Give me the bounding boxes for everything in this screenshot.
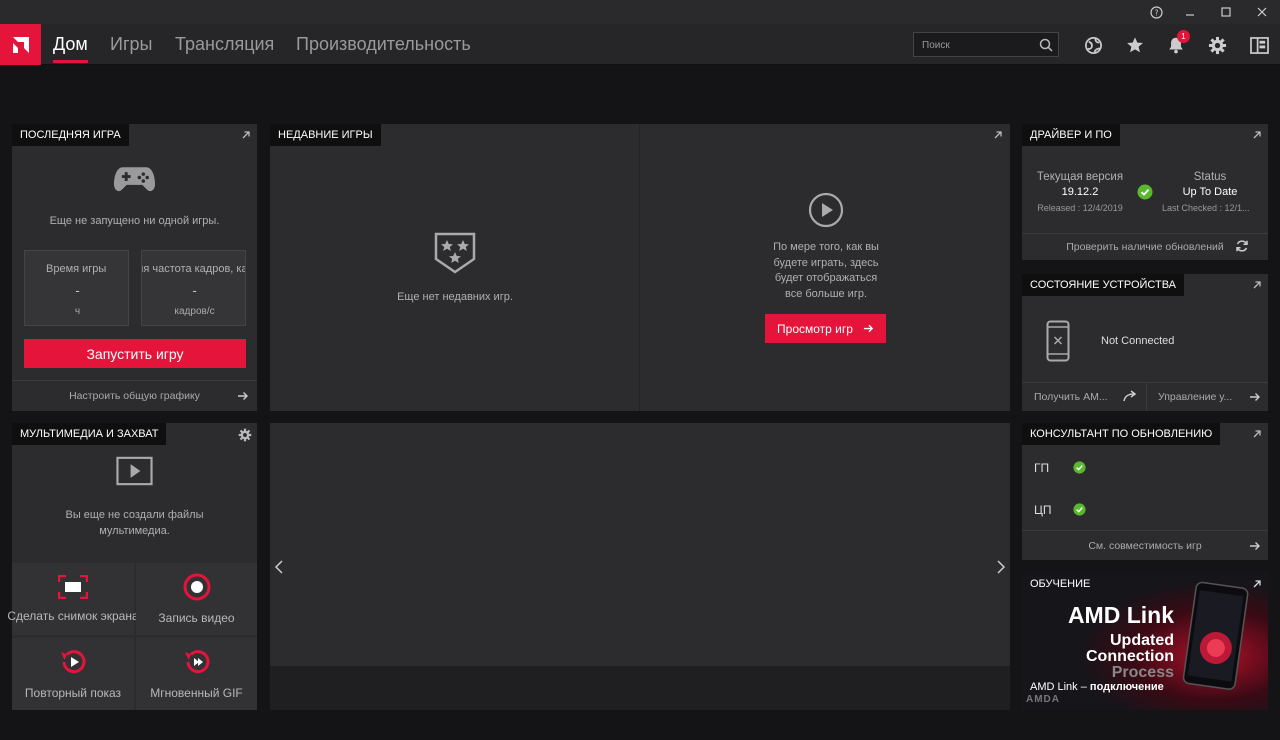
expand-icon[interactable] — [240, 129, 252, 141]
video-file-icon — [116, 456, 153, 486]
play-time-unit: ч — [74, 306, 81, 317]
instant-replay-tile[interactable]: Повторный показ — [12, 638, 134, 710]
expand-icon[interactable] — [1251, 279, 1263, 291]
upgrade-advisor-panel: КОНСУЛЬТАНТ ПО ОБНОВЛЕНИЮ ГП ЦП См. совм… — [1022, 423, 1268, 560]
star-icon[interactable] — [1124, 34, 1146, 56]
minimize-icon[interactable] — [1173, 0, 1207, 24]
fps-stat: Средняя частота кадров, кадров/с - кадро… — [141, 250, 246, 326]
banner-caption: AMD Link – подключение — [1030, 681, 1164, 693]
cpu-label: ЦП — [1034, 503, 1052, 517]
search-icon[interactable] — [1039, 38, 1053, 52]
refresh-icon[interactable] — [1235, 239, 1249, 253]
fps-label: Средняя частота кадров, кадров/с — [142, 263, 245, 275]
expand-icon[interactable] — [1251, 129, 1263, 141]
fps-unit: кадров/с — [174, 306, 215, 317]
device-panel: СОСТОЯНИЕ УСТРОЙСТВА Not Connected Получ… — [1022, 274, 1268, 411]
layout-icon[interactable] — [1248, 34, 1270, 56]
no-recent-text: Еще нет недавних игр. — [397, 291, 513, 303]
last-game-panel: ПОСЛЕДНЯЯ ИГРА Еще не запущено ни одной … — [12, 124, 257, 411]
search-input[interactable] — [922, 38, 1032, 52]
fps-value: - — [192, 283, 197, 298]
driver-released: Released : 12/4/2019 — [1037, 203, 1123, 213]
badge-stars-icon — [434, 232, 476, 274]
play-time-stat: Время игры - ч — [24, 250, 129, 326]
record-icon — [183, 573, 210, 601]
media-panel: МУЛЬТИМЕДИА И ЗАХВАТ Вы еще не создали ф… — [7, 423, 257, 710]
recent-games-title: НЕДАВНИЕ ИГРЫ — [270, 124, 381, 146]
screenshot-icon — [58, 575, 88, 599]
maximize-icon[interactable] — [1209, 0, 1243, 24]
game-compat-link[interactable]: См. совместимость игр — [1022, 540, 1268, 552]
tab-performance[interactable]: Производительность — [296, 24, 471, 65]
arrow-right-icon — [863, 324, 874, 333]
last-game-title: ПОСЛЕДНЯЯ ИГРА — [12, 124, 129, 146]
arrow-right-icon[interactable] — [237, 390, 249, 402]
check-ok-icon — [1137, 184, 1153, 200]
gear-icon[interactable] — [238, 428, 252, 442]
learning-title: ОБУЧЕНИЕ — [1030, 578, 1091, 590]
driver-version: 19.12.2 — [1061, 186, 1099, 198]
arrow-right-icon[interactable] — [1249, 391, 1261, 403]
manage-device-link[interactable]: Управление у... — [1158, 391, 1232, 403]
gear-icon[interactable] — [1206, 34, 1228, 56]
instant-gif-tile[interactable]: Мгновенный GIF — [136, 638, 257, 710]
help-icon[interactable]: ? — [1139, 0, 1173, 24]
tab-streaming[interactable]: Трансляция — [175, 24, 274, 65]
arrow-right-icon[interactable] — [1249, 540, 1261, 552]
title-bar: ? — [0, 0, 1280, 24]
check-ok-icon — [1073, 503, 1086, 516]
gamepad-icon — [113, 167, 156, 192]
search-box[interactable] — [913, 32, 1059, 57]
recent-hint-text: По мере того, как вы будете играть, здес… — [773, 241, 879, 300]
status-label: Status — [1193, 171, 1227, 183]
driver-title: ДРАЙВЕР И ПО — [1022, 124, 1120, 146]
play-time-value: - — [75, 283, 80, 298]
launch-game-button[interactable]: Запустить игру — [24, 339, 246, 368]
chevron-left-icon[interactable] — [274, 560, 284, 574]
play-time-label: Время игры — [46, 263, 107, 275]
no-media-text: Вы еще не создали файлы мультимедиа. — [65, 509, 204, 537]
gpu-label: ГП — [1034, 461, 1050, 475]
record-video-tile[interactable]: Запись видео — [136, 563, 257, 635]
banner-line3: Process — [1111, 664, 1174, 681]
chevron-right-icon[interactable] — [996, 560, 1006, 574]
get-amd-link[interactable]: Получить AM... — [1034, 391, 1108, 403]
no-games-text: Еще не запущено ни одной игры. — [49, 215, 220, 227]
check-ok-icon — [1073, 461, 1086, 474]
upgrade-title: КОНСУЛЬТАНТ ПО ОБНОВЛЕНИЮ — [1022, 423, 1221, 445]
gif-icon — [184, 650, 209, 674]
status-value: Up To Date — [1182, 186, 1238, 198]
carousel-footer — [270, 666, 1010, 710]
screenshot-tile[interactable]: Сделать снимок экрана — [7, 563, 139, 635]
tab-home[interactable]: Дом — [53, 24, 88, 65]
close-icon[interactable] — [1245, 0, 1279, 24]
device-title: СОСТОЯНИЕ УСТРОЙСТВА — [1022, 274, 1185, 296]
banner-headline: AMD Link — [1067, 602, 1174, 628]
check-updates-link[interactable]: Проверить наличие обновлений — [1022, 241, 1268, 253]
recent-games-panel: НЕДАВНИЕ ИГРЫ Еще нет недавних игр. По м… — [270, 124, 1010, 411]
globe-icon[interactable] — [1082, 34, 1104, 56]
svg-text:?: ? — [1154, 8, 1158, 17]
share-arrow-icon[interactable] — [1123, 390, 1137, 402]
global-graphics-link[interactable]: Настроить общую графику — [12, 390, 257, 402]
replay-icon — [61, 650, 86, 674]
amd-logo[interactable] — [0, 24, 41, 65]
driver-panel: ДРАЙВЕР И ПО Текущая версия 19.12.2 Rele… — [1022, 124, 1268, 260]
media-title: МУЛЬТИМЕДИА И ЗАХВАТ — [12, 423, 167, 445]
current-version-label: Текущая версия — [1036, 171, 1124, 183]
expand-icon[interactable] — [992, 129, 1004, 141]
phone-disconnected-icon — [1046, 320, 1070, 362]
carousel-panel — [270, 423, 1010, 666]
expand-icon[interactable] — [1251, 578, 1263, 590]
device-status: Not Connected — [1101, 335, 1175, 347]
last-checked: Last Checked : 12/1... — [1162, 203, 1250, 213]
notification-badge: 1 — [1177, 30, 1190, 43]
browse-games-button[interactable]: Просмотр игр — [765, 314, 886, 343]
expand-icon[interactable] — [1251, 428, 1263, 440]
play-circle-icon — [808, 192, 844, 228]
amd-watermark: AMDA — [1026, 694, 1060, 705]
tab-games[interactable]: Игры — [110, 24, 152, 65]
learning-panel[interactable]: ОБУЧЕНИЕ AMD Link Updated Connection Pro… — [1022, 573, 1268, 710]
